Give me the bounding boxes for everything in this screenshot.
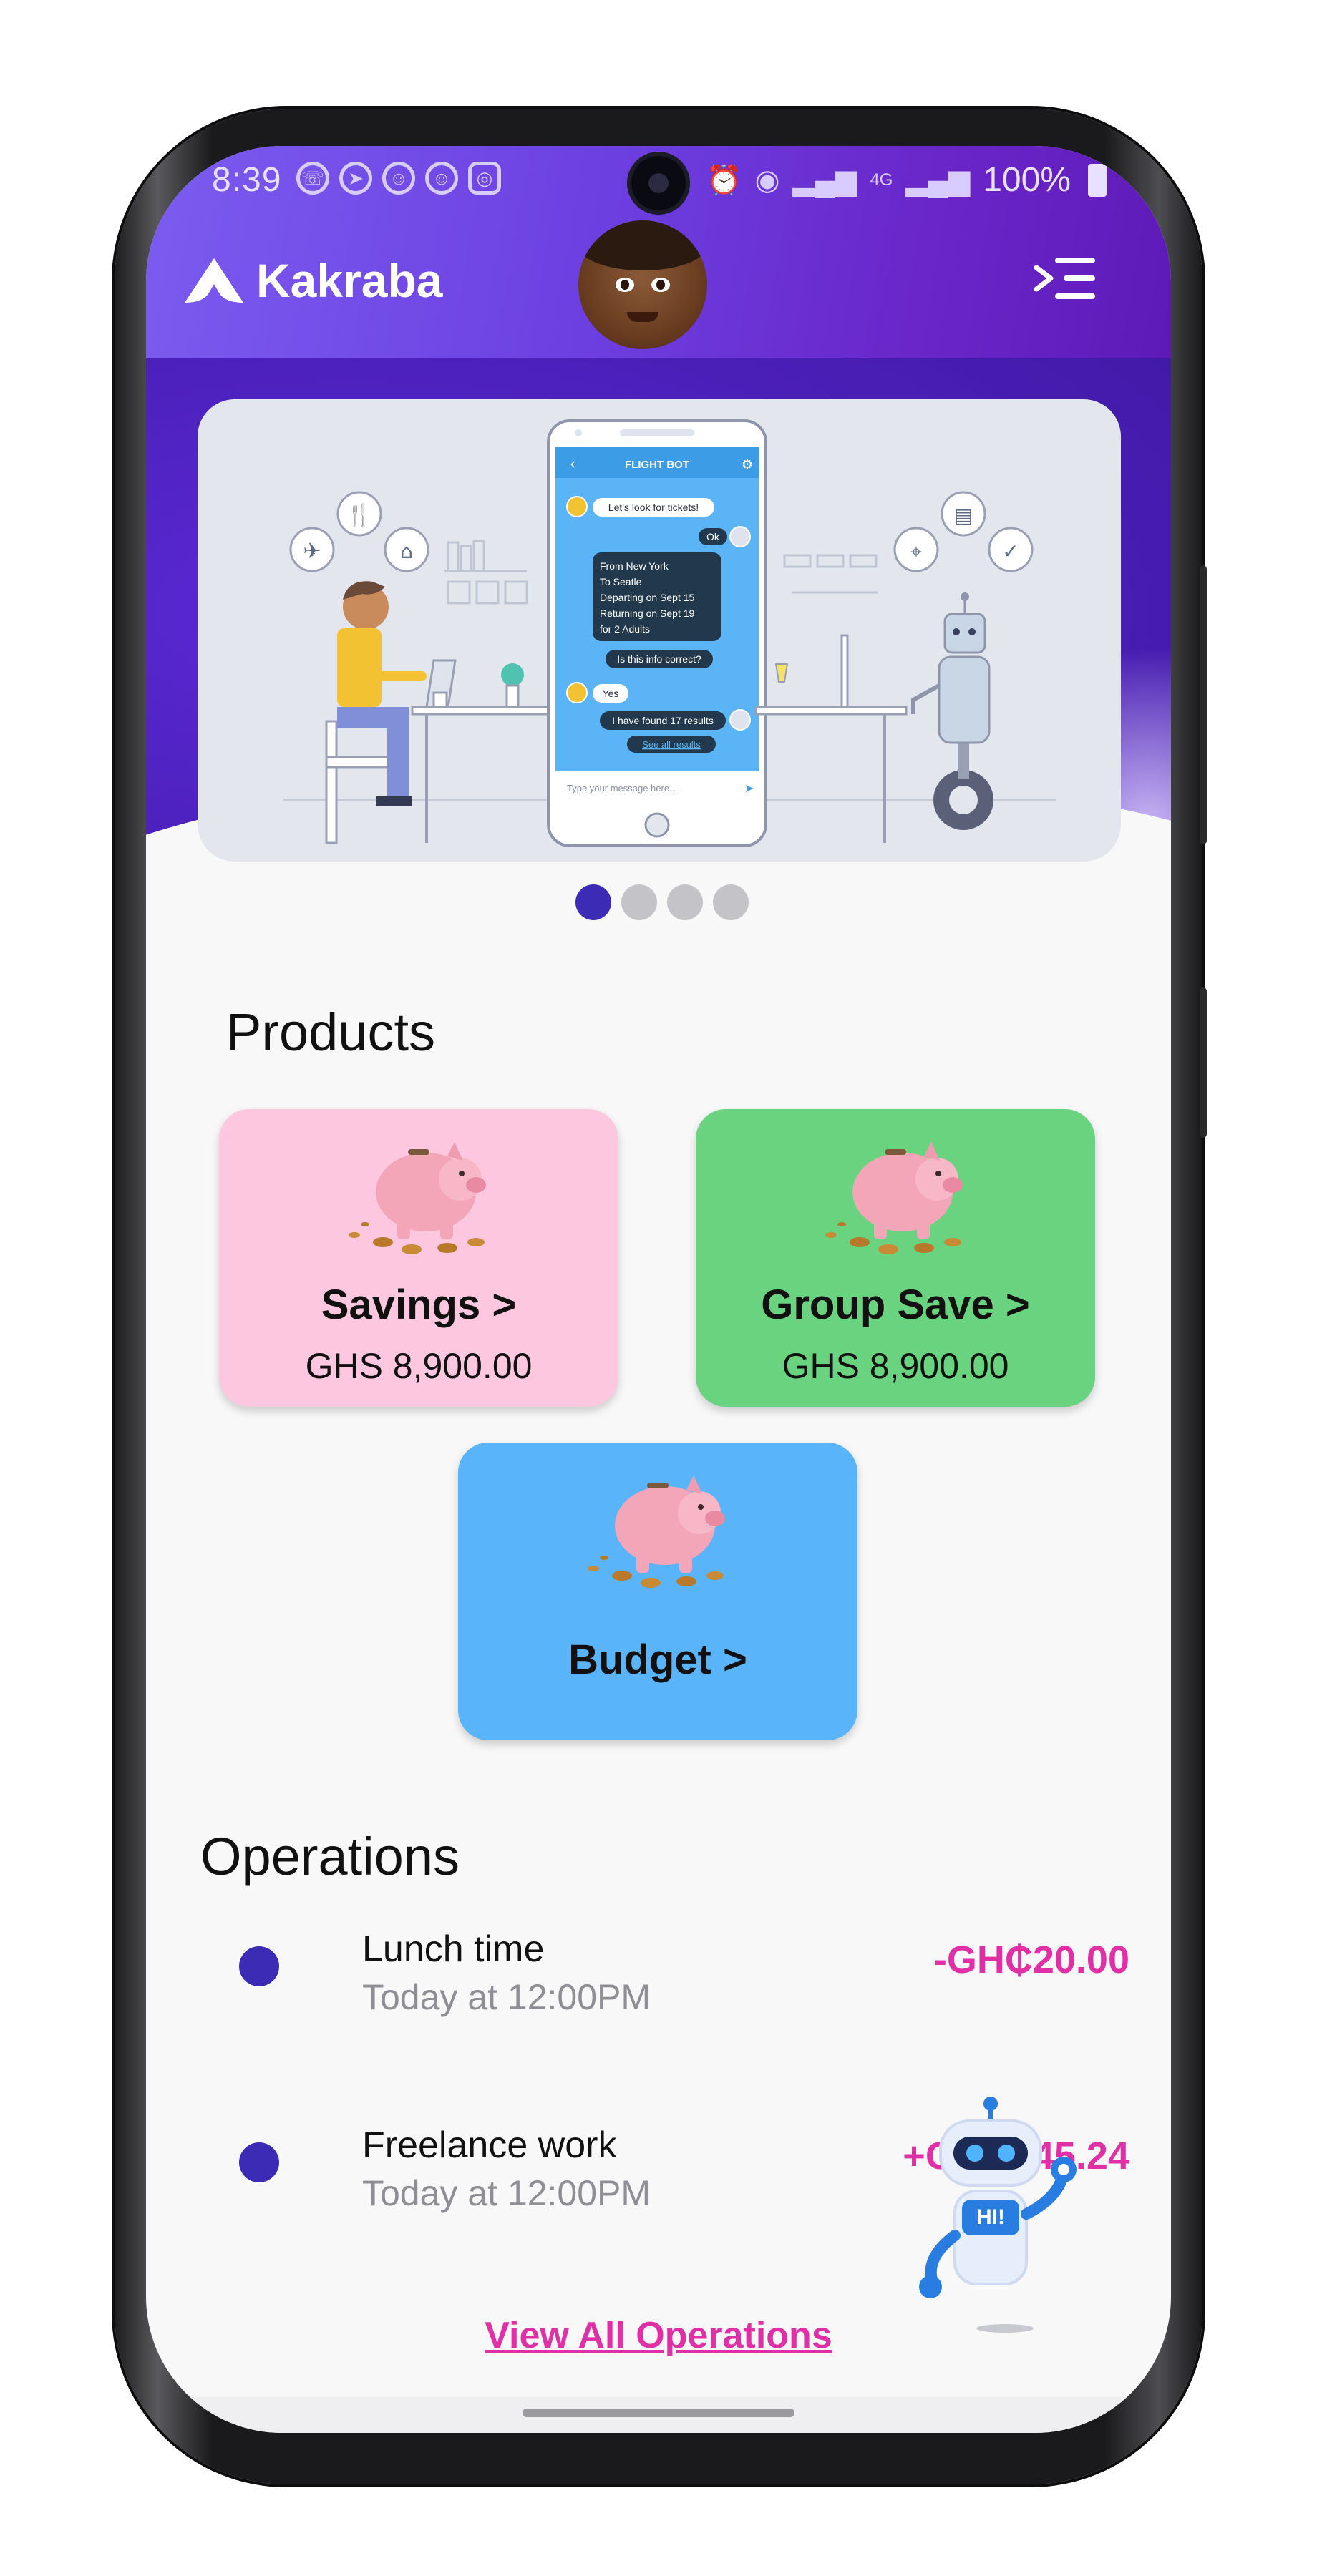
notification-icons: ☏ ➤ ☺ ☺ ◎ (296, 162, 501, 195)
avatar-eye-left (616, 278, 634, 292)
budget-title: Budget > (568, 1636, 747, 1683)
svg-text:‹: ‹ (570, 455, 575, 472)
chat-msg-10: See all results (642, 739, 701, 750)
chat-msg-3: To Seatle (600, 576, 642, 587)
operation-name: Lunch time (362, 1928, 545, 1970)
piggy-bank-icon (349, 1142, 486, 1254)
app-screen: 8:39 ☏ ➤ ☺ ☺ ◎ ⏰ ◉ ▂▄▆ 4G ▂▄▆ 100% Kakra… (146, 146, 1171, 2433)
operation-row[interactable]: Lunch time Today at 12:00PM -GH₵20.00 (146, 1928, 1171, 2042)
chat-msg-8: Yes (603, 688, 619, 699)
svg-text:✈: ✈ (303, 539, 321, 564)
chat-msg-5: Returning on Sept 19 (600, 608, 695, 619)
menu-icon[interactable] (1034, 253, 1098, 303)
carousel-indicator (575, 884, 749, 920)
promo-banner[interactable]: ✈ 🍴 ⌂ FLIGHT BOT ‹ ⚙ Let's look for tick… (198, 399, 1121, 862)
svg-text:⌂: ⌂ (400, 540, 413, 563)
chat-msg-4: Departing on Sept 15 (600, 592, 695, 603)
piggy-bank-icon (825, 1142, 963, 1254)
operation-time: Today at 12:00PM (362, 2173, 651, 2213)
operation-bullet (239, 1946, 279, 1986)
piggy-bank-icon (588, 1475, 725, 1588)
operations-heading: Operations (200, 1827, 460, 1886)
carousel-dot-3[interactable] (667, 884, 703, 920)
assistant-bot-icon[interactable]: HI! (912, 2092, 1098, 2336)
hotspot-icon: ◉ (754, 164, 780, 196)
signal-icon-2: ▂▄▆ (905, 164, 971, 196)
group-save-title: Group Save > (761, 1282, 1030, 1328)
svg-text:➤: ➤ (744, 781, 754, 795)
profile-avatar[interactable] (578, 220, 707, 349)
chat-msg-2: From New York (600, 560, 669, 572)
chat-msg-7: Is this info correct? (617, 653, 701, 665)
status-bar: 8:39 ☏ ➤ ☺ ☺ ◎ ⏰ ◉ ▂▄▆ 4G ▂▄▆ 100% (146, 146, 1171, 218)
messenger-icon-2: ☺ (425, 162, 458, 195)
group-save-amount: GHS 8,900.00 (782, 1346, 1009, 1386)
svg-text:🍴: 🍴 (346, 502, 372, 528)
chat-msg-1: Ok (706, 531, 720, 542)
alarm-icon: ⏰ (706, 165, 742, 196)
signal-icon: ▂▄▆ (792, 164, 857, 196)
carousel-dot-1[interactable] (575, 884, 611, 920)
carousel-dot-4[interactable] (713, 884, 749, 920)
products-heading: Products (226, 1002, 436, 1062)
app-brand[interactable]: Kakraba (182, 253, 443, 308)
savings-amount: GHS 8,900.00 (305, 1346, 533, 1386)
savings-card[interactable]: Savings > GHS 8,900.00 (219, 1109, 618, 1407)
messenger-icon: ☺ (382, 162, 415, 195)
savings-title: Savings > (321, 1282, 517, 1328)
volume-button (1200, 565, 1207, 844)
operation-name: Freelance work (362, 2124, 617, 2166)
chat-msg-9: I have found 17 results (612, 715, 714, 726)
chat-title: FLIGHT BOT (625, 459, 689, 471)
chat-msg-0: Let's look for tickets! (608, 502, 699, 513)
kakraba-logo-icon (185, 258, 243, 303)
budget-card[interactable]: Budget > (458, 1443, 857, 1740)
telegram-icon: ➤ (339, 162, 372, 195)
battery-percent: 100% (983, 161, 1071, 199)
battery-icon (1088, 163, 1107, 197)
view-all-operations-link[interactable]: View All Operations (146, 2314, 1171, 2357)
chatbot-illustration: ✈ 🍴 ⌂ FLIGHT BOT ‹ ⚙ Let's look for tick… (283, 419, 1056, 847)
carousel-dot-2[interactable] (621, 884, 657, 920)
system-icons: ⏰ ◉ ▂▄▆ 4G ▂▄▆ 100% (706, 160, 1107, 200)
chat-input-placeholder: Type your message here... (567, 783, 677, 794)
avatar-hair (578, 220, 707, 270)
operation-time: Today at 12:00PM (362, 1977, 651, 2017)
chat-msg-6: for 2 Adults (600, 623, 650, 635)
app-name: Kakraba (256, 254, 443, 307)
svg-text:▤: ▤ (954, 504, 973, 527)
status-time: 8:39 (212, 161, 282, 199)
instagram-icon: ◎ (468, 162, 501, 195)
operation-bullet (239, 2142, 279, 2182)
network-type: 4G (870, 170, 893, 190)
svg-text:⚙: ⚙ (742, 457, 753, 472)
home-indicator[interactable] (523, 2409, 794, 2417)
avatar-eye-right (651, 278, 670, 292)
power-button (1200, 987, 1207, 1138)
front-camera (631, 156, 686, 210)
svg-text:⌖: ⌖ (910, 540, 922, 563)
bot-bubble-text: HI! (976, 2205, 1005, 2229)
avatar-mouth (627, 312, 658, 322)
group-save-card[interactable]: Group Save > GHS 8,900.00 (696, 1109, 1095, 1407)
operation-amount: -GH₵20.00 (933, 1938, 1129, 1981)
svg-text:✓: ✓ (1002, 540, 1019, 563)
whatsapp-icon: ☏ (296, 162, 329, 195)
